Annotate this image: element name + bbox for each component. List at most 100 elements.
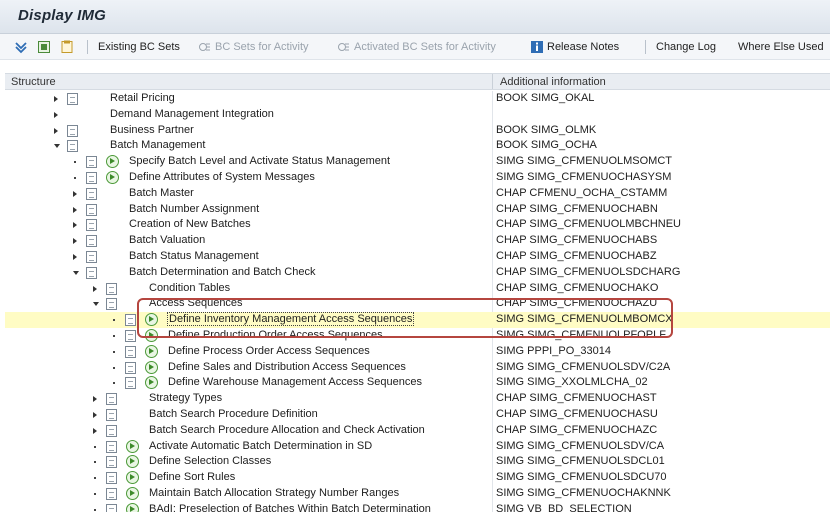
existing-bc-sets-button[interactable]: Existing BC Sets [98,39,180,55]
tree-row[interactable]: Creation of New Batches CHAP SIMG_CFMENUO… [5,217,830,233]
execute-activity-icon[interactable] [145,329,158,342]
tree-row[interactable]: Batch Determination and Batch Check CHAP … [5,265,830,281]
tree-node-label[interactable]: Batch Status Management [129,250,259,262]
tree-row[interactable]: Define Selection Classes SIMG SIMG_CFMENU… [5,454,830,470]
collapsed-node-icon[interactable] [93,396,97,403]
collapsed-node-icon[interactable] [54,127,58,134]
documentation-icon[interactable] [67,140,78,153]
expanded-node-icon[interactable] [93,302,99,307]
tree-row[interactable]: Batch Master CHAP CFMENU_OCHA_CSTAMM [5,186,830,202]
tree-row[interactable]: Activate Automatic Batch Determination i… [5,439,830,455]
tree-row[interactable]: Batch Status Management CHAP SIMG_CFMENUO… [5,249,830,265]
tree-row[interactable]: Business Partner BOOK SIMG_OLMK [5,123,830,139]
execute-activity-icon[interactable] [126,439,139,453]
documentation-icon[interactable] [86,187,97,200]
tree-node-label[interactable]: Batch Search Procedure Definition [149,408,318,420]
note-button[interactable] [60,39,77,55]
expanded-node-icon[interactable] [73,270,79,275]
documentation-icon[interactable] [86,219,97,232]
tree-node-label[interactable]: Batch Valuation [129,234,205,246]
execute-activity-icon[interactable] [106,155,119,169]
collapsed-node-icon[interactable] [54,96,58,102]
tree-node-label[interactable]: Retail Pricing [110,92,175,104]
tree-row[interactable]: Specify Batch Level and Activate Status … [5,154,830,170]
documentation-icon[interactable] [106,503,117,512]
documentation-icon[interactable] [86,251,97,263]
tree-row[interactable]: Condition Tables CHAP SIMG_CFMENUOCHAKO [5,281,830,297]
tree-node-label[interactable]: Business Partner [110,124,194,136]
execute-activity-icon[interactable] [126,502,139,512]
bc-sets-for-activity-button[interactable]: BC Sets for Activity [198,39,309,55]
collapsed-node-icon[interactable] [73,190,77,197]
documentation-icon[interactable] [106,472,117,485]
tree-node-label[interactable]: Batch Number Assignment [129,203,259,215]
tree-row[interactable]: Define Process Order Access Sequences SIM… [5,344,830,360]
tree-row[interactable]: Strategy Types CHAP SIMG_CFMENUOCHAST [5,391,830,407]
execute-activity-icon[interactable] [126,471,139,485]
collapsed-node-icon[interactable] [93,412,97,418]
find-button[interactable] [37,39,54,55]
tree-row[interactable]: Batch Number Assignment CHAP SIMG_CFMENUO… [5,202,830,218]
where-else-used-button[interactable]: Where Else Used [738,39,824,55]
tree-node-label[interactable]: Creation of New Batches [129,218,251,230]
execute-activity-icon[interactable] [145,313,158,327]
execute-activity-icon[interactable] [145,360,158,374]
tree-node-label[interactable]: Batch Master [129,187,194,199]
additional-info-column-header[interactable]: Additional information [500,76,606,88]
expanded-node-icon[interactable] [54,144,60,149]
change-log-button[interactable]: Change Log [656,39,716,55]
collapsed-node-icon[interactable] [73,254,77,260]
tree-node-label[interactable]: Batch Search Procedure Allocation and Ch… [149,424,425,436]
tree-node-label[interactable]: Activate Automatic Batch Determination i… [149,440,372,452]
release-notes-button[interactable]: Release Notes [530,39,619,55]
documentation-icon[interactable] [106,488,117,500]
tree-row[interactable]: BAdI: Preselection of Batches Within Bat… [5,502,830,512]
tree-node-label[interactable]: Define Sort Rules [149,471,235,483]
tree-node-label[interactable]: BAdI: Preselection of Batches Within Bat… [149,503,431,512]
documentation-icon[interactable] [106,440,117,453]
documentation-icon[interactable] [106,393,117,406]
collapsed-node-icon[interactable] [73,238,77,245]
collapsed-node-icon[interactable] [93,285,97,292]
tree-node-label[interactable]: Define Inventory Management Access Seque… [166,312,415,327]
tree-node-label[interactable]: Define Warehouse Management Access Seque… [168,376,422,388]
documentation-icon[interactable] [106,409,117,421]
tree-row[interactable]: Batch Search Procedure Allocation and Ch… [5,423,830,439]
tree-row[interactable]: Batch Management BOOK SIMG_OCHA [5,138,830,154]
tree-node-label[interactable]: Condition Tables [149,282,230,294]
tree-node-label[interactable]: Define Sales and Distribution Access Seq… [168,361,406,373]
collapsed-node-icon[interactable] [54,111,58,118]
activated-bc-sets-button[interactable]: Activated BC Sets for Activity [337,39,496,55]
documentation-icon[interactable] [125,377,136,390]
tree-node-label[interactable]: Strategy Types [149,392,222,404]
documentation-icon[interactable] [67,93,78,105]
tree-node-label[interactable]: Specify Batch Level and Activate Status … [129,155,390,167]
tree-node-label[interactable]: Define Attributes of System Messages [129,171,315,183]
tree-row[interactable]: Define Sales and Distribution Access Seq… [5,360,830,376]
documentation-icon[interactable] [86,235,97,248]
execute-activity-icon[interactable] [145,344,158,358]
tree-node-label[interactable]: Batch Management [110,139,205,151]
documentation-icon[interactable] [106,282,117,295]
tree-row[interactable]: Batch Valuation CHAP SIMG_CFMENUOCHABS [5,233,830,249]
documentation-icon[interactable] [106,424,117,437]
tree-node-label[interactable]: Maintain Batch Allocation Strategy Numbe… [149,487,399,499]
expand-subtree-button[interactable] [14,39,31,55]
documentation-icon[interactable] [86,266,97,279]
documentation-icon[interactable] [86,203,97,216]
tree-node-label[interactable]: Access Sequences [149,297,243,309]
tree-row[interactable]: Define Production Order Access Sequences… [5,328,830,344]
tree-row[interactable]: Define Attributes of System Messages SIMG… [5,170,830,186]
documentation-icon[interactable] [86,156,97,169]
collapsed-node-icon[interactable] [73,222,77,229]
execute-activity-icon[interactable] [126,455,139,469]
tree-row[interactable]: Define Inventory Management Access Seque… [5,312,830,329]
tree-row[interactable]: Batch Search Procedure Definition CHAP SI… [5,407,830,423]
tree-node-label[interactable]: Define Process Order Access Sequences [168,345,370,357]
documentation-icon[interactable] [106,298,117,311]
tree-node-label[interactable]: Demand Management Integration [110,108,274,120]
tree-row[interactable]: Define Warehouse Management Access Seque… [5,375,830,391]
tree-row[interactable]: Maintain Batch Allocation Strategy Numbe… [5,486,830,502]
tree-node-label[interactable]: Define Production Order Access Sequences [168,329,383,341]
documentation-icon[interactable] [86,172,97,184]
